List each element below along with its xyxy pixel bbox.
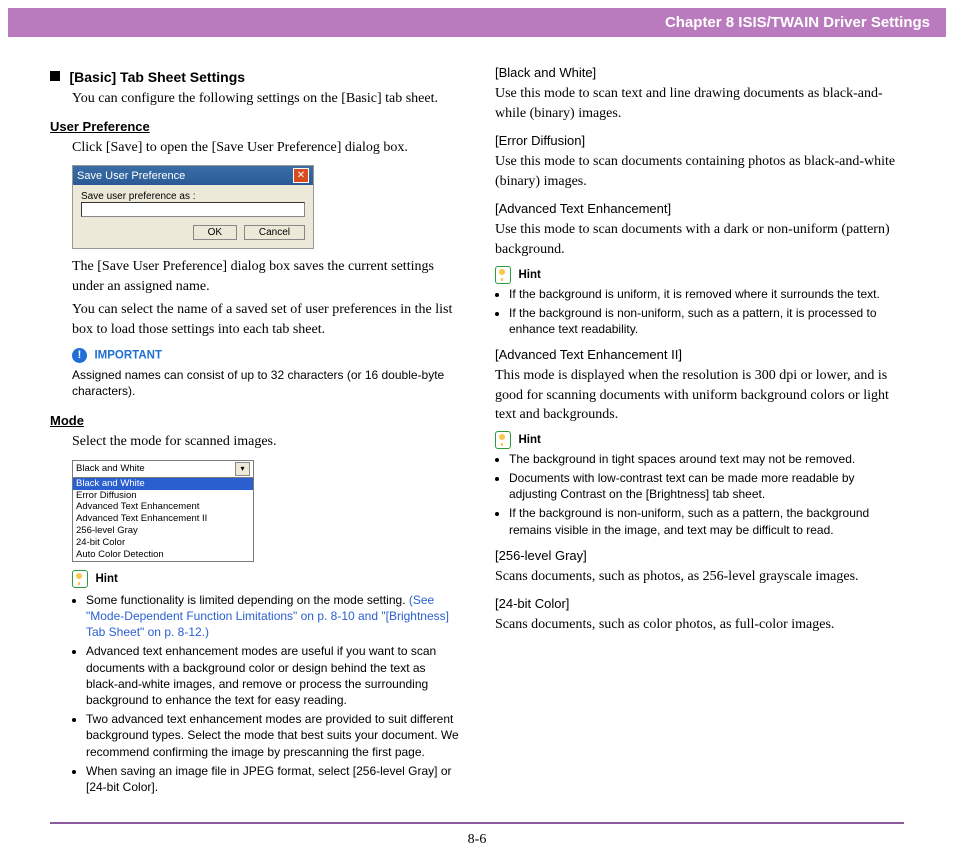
important-body: Assigned names can consist of up to 32 c…: [72, 367, 459, 399]
important-icon: !: [72, 348, 87, 363]
cancel-button[interactable]: Cancel: [244, 225, 305, 240]
basic-tab-title: [Basic] Tab Sheet Settings: [69, 69, 245, 85]
hint-callout-left: Hint: [72, 570, 459, 588]
hint-callout-ate: Hint: [495, 266, 904, 284]
user-pref-body: Click [Save] to open the [Save User Pref…: [72, 138, 459, 158]
hint-item: Two advanced text enhancement modes are …: [86, 711, 459, 760]
dialog-body: Save user preference as : OK Cancel: [73, 185, 313, 248]
chevron-down-icon[interactable]: ▾: [235, 462, 250, 476]
ok-button[interactable]: OK: [193, 225, 237, 240]
mode-option[interactable]: 24-bit Color: [73, 537, 253, 549]
hint-item: Some functionality is limited depending …: [86, 592, 459, 641]
page-footer: 8-6: [50, 822, 904, 866]
hint-icon: [495, 431, 511, 449]
important-label: IMPORTANT: [94, 349, 162, 361]
basic-tab-body: You can configure the following settings…: [72, 89, 459, 109]
hint-list-left: Some functionality is limited depending …: [72, 592, 459, 795]
hint-label: Hint: [95, 573, 117, 585]
ate2-heading: [Advanced Text Enhancement II]: [495, 347, 904, 362]
mode-option[interactable]: Advanced Text Enhancement II: [73, 513, 253, 525]
ate2-body: This mode is displayed when the resoluti…: [495, 366, 904, 425]
hint-label: Hint: [518, 269, 540, 281]
bw-heading: [Black and White]: [495, 65, 904, 80]
dialog-label: Save user preference as :: [81, 191, 305, 202]
ate-heading: [Advanced Text Enhancement]: [495, 201, 904, 216]
mode-option[interactable]: Auto Color Detection: [73, 549, 253, 561]
mode-option[interactable]: Advanced Text Enhancement: [73, 501, 253, 513]
ate-hint-list: If the background is uniform, it is remo…: [495, 286, 904, 338]
chapter-header: Chapter 8 ISIS/TWAIN Driver Settings: [8, 8, 946, 37]
ate2-hint-list: The background in tight spaces around te…: [495, 451, 904, 538]
important-callout: ! IMPORTANT: [72, 348, 459, 363]
hint-item: The background in tight spaces around te…: [509, 451, 904, 467]
mode-body: Select the mode for scanned images.: [72, 432, 459, 452]
dialog-titlebar: Save User Preference ✕: [73, 166, 313, 185]
mode-option-selected[interactable]: Black and White: [73, 478, 253, 490]
left-column: [Basic] Tab Sheet Settings You can confi…: [50, 65, 459, 798]
mode-option[interactable]: Error Diffusion: [73, 490, 253, 502]
dialog-input[interactable]: [81, 202, 305, 217]
hint-item: If the background is non-uniform, such a…: [509, 305, 904, 337]
ate-body: Use this mode to scan documents with a d…: [495, 220, 904, 259]
user-pref-after1: The [Save User Preference] dialog box sa…: [72, 257, 459, 296]
ed-body: Use this mode to scan documents containi…: [495, 152, 904, 191]
page-body: [Basic] Tab Sheet Settings You can confi…: [0, 37, 954, 808]
user-pref-after2: You can select the name of a saved set o…: [72, 300, 459, 339]
mode-selected-display: Black and White: [76, 463, 145, 475]
hint-item: When saving an image file in JPEG format…: [86, 763, 459, 795]
hint-text: Some functionality is limited depending …: [86, 593, 406, 607]
close-icon[interactable]: ✕: [293, 168, 309, 183]
hint-label: Hint: [518, 434, 540, 446]
hint-icon: [495, 266, 511, 284]
right-column: [Black and White] Use this mode to scan …: [495, 65, 904, 798]
hint-item: Documents with low-contrast text can be …: [509, 470, 904, 502]
ed-heading: [Error Diffusion]: [495, 133, 904, 148]
color-heading: [24-bit Color]: [495, 596, 904, 611]
user-pref-heading: User Preference: [50, 119, 459, 134]
square-bullet-icon: [50, 71, 60, 81]
hint-callout-ate2: Hint: [495, 431, 904, 449]
page-number: 8-6: [468, 832, 487, 847]
color-body: Scans documents, such as color photos, a…: [495, 615, 904, 635]
save-dialog: Save User Preference ✕ Save user prefere…: [72, 165, 314, 249]
hint-icon: [72, 570, 88, 588]
gray-heading: [256-level Gray]: [495, 548, 904, 563]
hint-item: If the background is non-uniform, such a…: [509, 505, 904, 537]
basic-tab-heading: [Basic] Tab Sheet Settings: [50, 69, 459, 85]
mode-dropdown[interactable]: Black and White ▾ Black and White Error …: [72, 460, 254, 562]
mode-dropdown-top[interactable]: Black and White ▾: [73, 461, 253, 478]
gray-body: Scans documents, such as photos, as 256-…: [495, 567, 904, 587]
hint-item: Advanced text enhancement modes are usef…: [86, 643, 459, 708]
dialog-title-text: Save User Preference: [77, 170, 185, 182]
hint-item: If the background is uniform, it is remo…: [509, 286, 904, 302]
bw-body: Use this mode to scan text and line draw…: [495, 84, 904, 123]
mode-option[interactable]: 256-level Gray: [73, 525, 253, 537]
mode-heading: Mode: [50, 413, 459, 428]
